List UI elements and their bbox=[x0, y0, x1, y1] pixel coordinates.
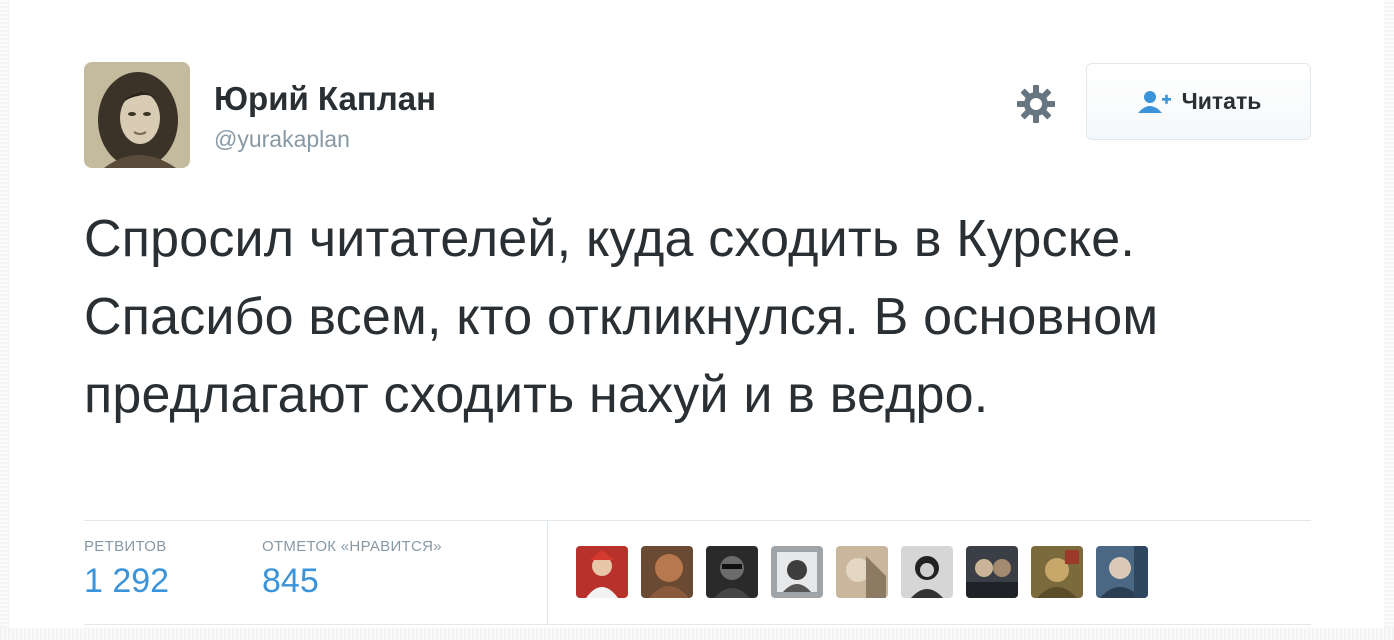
liker-avatar[interactable] bbox=[836, 546, 888, 598]
tweet-text: Спросил читателей, куда сходить в Курске… bbox=[84, 210, 1159, 424]
likes-count[interactable]: 845 bbox=[262, 562, 319, 601]
follow-button[interactable]: Читать bbox=[1086, 63, 1311, 140]
author-avatar[interactable] bbox=[84, 62, 190, 168]
gear-icon[interactable] bbox=[1014, 82, 1058, 126]
liker-avatar-3-icon bbox=[706, 546, 758, 598]
author-handle[interactable]: @yurakaplan bbox=[214, 126, 350, 153]
liker-avatar[interactable] bbox=[1031, 546, 1083, 598]
user-avatar-portrait-icon bbox=[84, 62, 190, 168]
stats-divider-vertical bbox=[547, 521, 548, 624]
page-edge-bottom bbox=[0, 628, 1394, 640]
liker-avatar-4-icon bbox=[771, 546, 823, 598]
liker-avatar[interactable] bbox=[901, 546, 953, 598]
liker-avatar-5-icon bbox=[836, 546, 888, 598]
page-edge-right bbox=[1384, 0, 1394, 640]
add-person-icon bbox=[1137, 90, 1171, 113]
retweets-count[interactable]: 1 292 bbox=[84, 562, 169, 601]
liker-avatar[interactable] bbox=[641, 546, 693, 598]
liker-avatar[interactable] bbox=[966, 546, 1018, 598]
stats-divider-bottom bbox=[84, 624, 1311, 625]
liker-avatar-8-icon bbox=[1031, 546, 1083, 598]
liker-avatar[interactable] bbox=[706, 546, 758, 598]
likes-label: ОТМЕТОК «НРАВИТСЯ» bbox=[262, 538, 442, 555]
author-name[interactable]: Юрий Каплан bbox=[214, 80, 436, 118]
liker-avatar-6-icon bbox=[901, 546, 953, 598]
liker-avatar-2-icon bbox=[641, 546, 693, 598]
retweets-label: РЕТВИТОВ bbox=[84, 538, 167, 555]
liker-avatar[interactable] bbox=[1096, 546, 1148, 598]
tweet-card: Юрий Каплан @yurakaplan Читать Спросил ч… bbox=[0, 0, 1394, 640]
liker-avatar-7-icon bbox=[966, 546, 1018, 598]
liker-avatar[interactable] bbox=[576, 546, 628, 598]
liker-avatar-9-icon bbox=[1096, 546, 1148, 598]
liker-avatars bbox=[576, 546, 1148, 598]
page-edge-left bbox=[0, 0, 10, 640]
stats-divider-top bbox=[84, 520, 1311, 521]
liker-avatar-1-icon bbox=[576, 546, 628, 598]
liker-avatar[interactable] bbox=[771, 546, 823, 598]
follow-button-label: Читать bbox=[1181, 88, 1262, 114]
